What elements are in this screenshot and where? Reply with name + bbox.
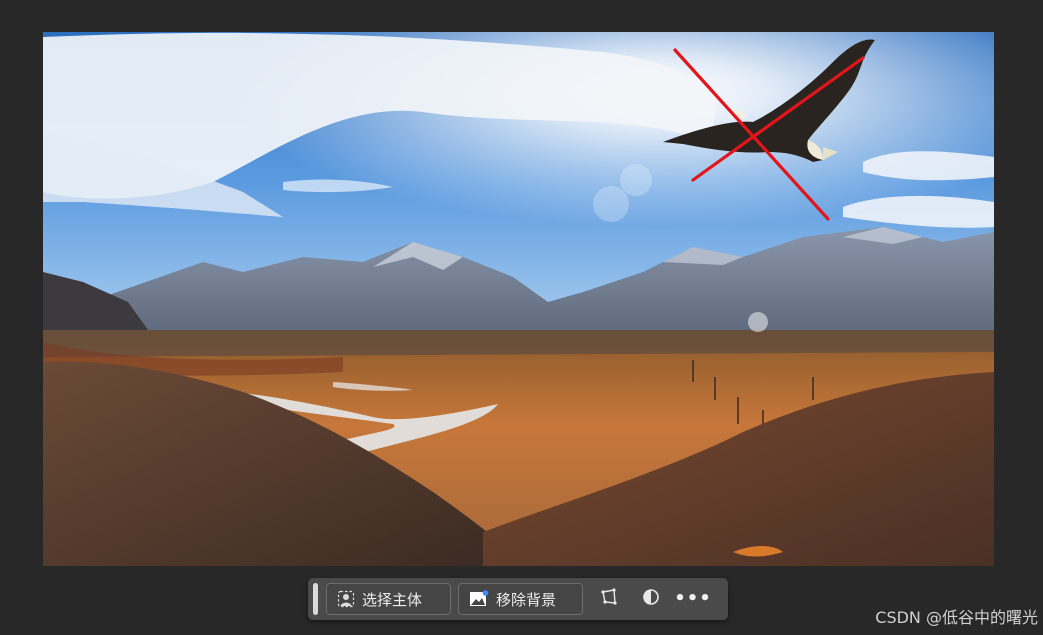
person-select-icon — [337, 590, 355, 608]
select-subject-label: 选择主体 — [362, 590, 423, 609]
more-icon: ••• — [674, 588, 712, 609]
transform-button[interactable] — [593, 583, 625, 615]
image-remove-icon — [469, 590, 489, 608]
transform-icon — [600, 588, 618, 610]
adjustment-button[interactable] — [635, 583, 667, 615]
more-options-button[interactable]: ••• — [674, 583, 712, 615]
watermark-text: CSDN @低谷中的曙光 — [875, 608, 1038, 627]
select-subject-button[interactable]: 选择主体 — [326, 583, 451, 615]
document-canvas[interactable] — [43, 32, 994, 566]
landscape-photo — [43, 32, 994, 566]
contextual-task-bar: 选择主体 移除背景 ••• — [308, 578, 728, 620]
remove-background-button[interactable]: 移除背景 — [458, 583, 583, 615]
remove-background-label: 移除背景 — [496, 590, 557, 609]
contrast-icon — [642, 588, 660, 610]
drag-handle[interactable] — [313, 583, 318, 615]
